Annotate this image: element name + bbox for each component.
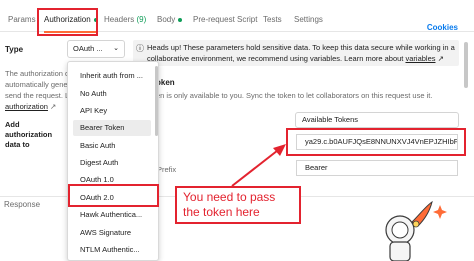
- info-icon: ⓘ: [136, 44, 144, 53]
- option-oauth1[interactable]: OAuth 1.0: [73, 172, 151, 188]
- add-auth-label: Add authorization data to: [5, 120, 53, 149]
- option-aws-signature[interactable]: AWS Signature: [73, 225, 151, 241]
- tab-tests[interactable]: Tests: [263, 8, 282, 32]
- option-ntlm-authentication[interactable]: NTLM Authentic...: [73, 242, 151, 258]
- option-digest-auth[interactable]: Digest Auth: [73, 155, 151, 171]
- token-input[interactable]: ya29.c.b0AUFJQsE8NNUNXVJ4VnEPJZHIbF ...: [296, 134, 458, 150]
- request-tabs: Params Authorization Headers (9) Body Pr…: [0, 8, 474, 33]
- available-tokens-select[interactable]: Available Tokens: [295, 112, 459, 128]
- sensitive-data-banner: ⓘ Heads up! These parameters hold sensit…: [133, 40, 459, 66]
- option-api-key[interactable]: API Key: [73, 103, 151, 119]
- option-no-auth[interactable]: No Auth: [73, 86, 151, 102]
- header-prefix-input[interactable]: Bearer: [296, 160, 458, 176]
- tab-settings[interactable]: Settings: [294, 8, 323, 32]
- astronaut-illustration: [385, 200, 447, 261]
- tab-body[interactable]: Body: [157, 8, 183, 32]
- tab-headers[interactable]: Headers (9): [104, 8, 146, 32]
- scrollbar[interactable]: [464, 42, 468, 88]
- response-label: Response: [4, 200, 41, 209]
- token-note: en is only available to you. Sync the to…: [156, 91, 433, 100]
- active-dot-icon: [93, 17, 98, 22]
- type-label: Type: [5, 45, 24, 54]
- auth-type-select[interactable]: OAuth ... ⌄: [67, 40, 125, 58]
- option-hawk-authentication[interactable]: Hawk Authentica...: [73, 207, 151, 223]
- option-basic-auth[interactable]: Basic Auth: [73, 138, 151, 154]
- tab-authorization[interactable]: Authorization: [44, 8, 98, 33]
- cookies-link[interactable]: Cookies: [427, 16, 458, 40]
- option-bearer-token[interactable]: Bearer Token: [73, 120, 151, 136]
- header-prefix-label: Prefix: [157, 165, 177, 174]
- active-dot-icon: [178, 17, 183, 22]
- tab-params[interactable]: Params: [8, 8, 36, 32]
- auth-type-dropdown: Inherit auth from ... No Auth API Key Be…: [67, 61, 159, 261]
- chevron-down-icon: ⌄: [113, 45, 119, 52]
- auth-description: The authorization data automatically gen…: [5, 69, 67, 111]
- option-oauth2[interactable]: OAuth 2.0: [73, 190, 151, 206]
- tab-pre-request-script[interactable]: Pre-request Script: [193, 8, 257, 32]
- dropdown-scrollbar[interactable]: [155, 66, 158, 136]
- variables-link[interactable]: variables: [405, 54, 435, 63]
- option-inherit-auth[interactable]: Inherit auth from ...: [73, 68, 151, 84]
- annotation-callout: You need to pass the token here: [175, 186, 301, 224]
- authorization-link[interactable]: authorization: [5, 102, 48, 111]
